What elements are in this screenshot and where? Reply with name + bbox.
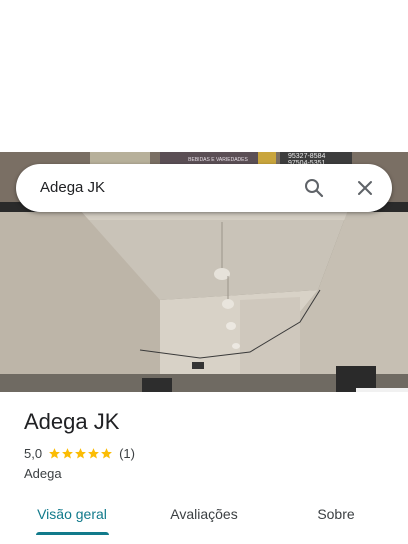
place-title: Adega JK (24, 409, 120, 434)
place-category[interactable]: Adega (24, 465, 62, 483)
search-input[interactable]: Adega JK (40, 164, 105, 212)
map-blank-area (0, 0, 408, 152)
tab-overview[interactable]: Visão geral (24, 494, 120, 534)
sign-text: BEBIDAS E VARIEDADES (188, 157, 248, 163)
rating-row[interactable]: 5,0 (1) (24, 444, 135, 462)
star-icon (49, 447, 60, 458)
review-count[interactable]: (1) (119, 446, 135, 461)
search-icon[interactable] (302, 176, 326, 200)
search-box[interactable]: Adega JK (16, 164, 392, 212)
rating-stars (48, 447, 113, 460)
star-icon (75, 447, 86, 458)
rating-value: 5,0 (24, 445, 43, 461)
close-icon[interactable] (353, 176, 377, 200)
sign-phone-1: 95327-8584 (288, 153, 325, 160)
tab-about[interactable]: Sobre (288, 494, 384, 534)
active-tab-indicator (36, 532, 109, 535)
tab-reviews[interactable]: Avaliações (156, 494, 252, 534)
place-tabs: Visão geral Avaliações Sobre (0, 494, 408, 538)
star-icon (62, 447, 73, 458)
star-icon (101, 447, 112, 458)
star-icon (88, 447, 99, 458)
